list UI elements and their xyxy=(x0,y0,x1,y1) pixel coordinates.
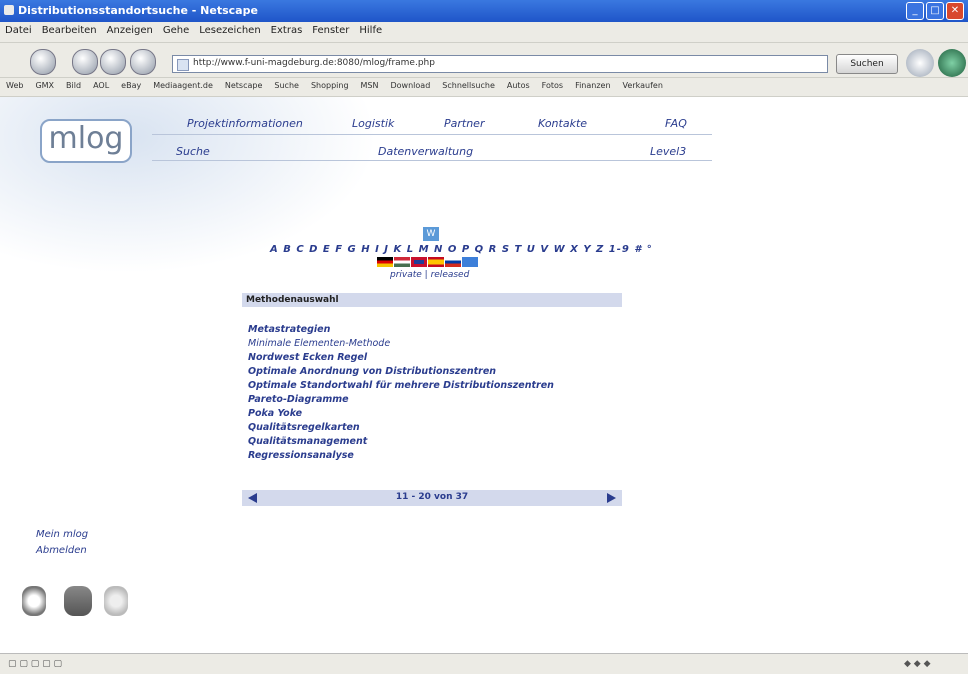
forward-icon[interactable] xyxy=(72,49,98,75)
bookmark-item[interactable]: eBay xyxy=(115,78,147,90)
menu-bar: Datei Bearbeiten Anzeigen Gehe Lesezeichen Ex… xyxy=(0,22,968,43)
nav-link-level3[interactable]: Level3 xyxy=(650,145,686,158)
bookmark-item[interactable]: Download xyxy=(385,78,437,90)
w-button[interactable]: W xyxy=(423,227,439,241)
method-item[interactable]: Qualitätsmanagement xyxy=(248,435,554,449)
bookmark-item[interactable]: Schnellsuche xyxy=(436,78,501,90)
bookmark-item[interactable]: Finanzen xyxy=(569,78,616,90)
method-item[interactable]: Nordwest Ecken Regel xyxy=(248,351,554,365)
browser-app-icon xyxy=(4,5,14,15)
address-bar-url: http://www.f-uni-magdeburg.de:8080/mlog/… xyxy=(193,58,435,68)
method-item[interactable]: Regressionsanalyse xyxy=(248,449,554,463)
contact-person-icon[interactable] xyxy=(22,586,46,616)
menu-item-bookmarks[interactable]: Lesezeichen xyxy=(194,22,265,36)
nav-link-kontakte[interactable]: Kontakte xyxy=(538,117,587,130)
mein-mlog-link[interactable]: Mein mlog xyxy=(36,529,88,540)
netscape-logo-icon[interactable] xyxy=(938,49,966,77)
nav-link-projektinformationen[interactable]: Projektinformationen xyxy=(187,117,303,130)
bookmarks-bar: Web GMX Bild AOL eBay Mediaagent.de Netscape Su… xyxy=(0,78,968,97)
method-item[interactable]: Pareto-Diagramme xyxy=(248,393,554,407)
method-item[interactable]: Metastrategien xyxy=(248,323,554,337)
german-flag-icon[interactable] xyxy=(377,257,393,267)
nav-link-datenverwaltung[interactable]: Datenverwaltung xyxy=(378,145,473,158)
bookmark-item[interactable]: Suche xyxy=(268,78,305,90)
mlog-logo[interactable]: mlog xyxy=(40,119,132,163)
menu-item-edit[interactable]: Bearbeiten xyxy=(37,22,102,36)
logout-link[interactable]: Abmelden xyxy=(36,545,87,556)
navigation-toolbar: http://www.f-uni-magdeburg.de:8080/mlog/… xyxy=(0,43,968,78)
hungarian-flag-icon[interactable] xyxy=(394,257,410,267)
russian-flag-icon[interactable] xyxy=(445,257,461,267)
private-released-links[interactable]: private | released xyxy=(390,270,469,280)
status-icons: ▢ ▢ ▢ ▢ ▢ xyxy=(8,659,62,669)
bookmark-item[interactable]: Autos xyxy=(501,78,536,90)
method-item[interactable]: Poka Yoke xyxy=(248,407,554,421)
bookmark-item[interactable]: GMX xyxy=(29,78,60,90)
uk-flag-icon[interactable] xyxy=(411,257,427,267)
menu-item-window[interactable]: Fenster xyxy=(307,22,354,36)
next-page-icon[interactable] xyxy=(607,493,616,503)
close-icon[interactable]: ✕ xyxy=(946,2,964,20)
bookmark-item[interactable]: AOL xyxy=(87,78,115,90)
eu-flag-icon[interactable] xyxy=(462,257,478,267)
bookmark-item[interactable]: Shopping xyxy=(305,78,355,90)
language-flags xyxy=(377,257,479,267)
maximize-icon[interactable]: □ xyxy=(926,2,944,20)
minimize-icon[interactable]: _ xyxy=(906,2,924,20)
alphabet-index[interactable]: A B C D E F G H I J K L M N O P Q R S T … xyxy=(270,244,653,255)
window-titlebar: Distributionsstandortsuche - Netscape _ … xyxy=(0,0,968,22)
print-page-icon[interactable] xyxy=(64,586,92,616)
menu-item-file[interactable]: Datei xyxy=(0,22,37,36)
nav-link-suche[interactable]: Suche xyxy=(176,145,210,158)
back-icon[interactable] xyxy=(30,49,56,75)
method-item[interactable]: Optimale Anordnung von Distributionszent… xyxy=(248,365,554,379)
bookmark-item[interactable]: Web xyxy=(0,78,29,90)
address-bar[interactable]: http://www.f-uni-magdeburg.de:8080/mlog/… xyxy=(172,55,828,73)
security-status-icon: ◆ ◆ ◆ xyxy=(904,659,931,669)
method-item[interactable]: Minimale Elementen-Methode xyxy=(248,337,554,351)
stop-icon[interactable] xyxy=(130,49,156,75)
bookmark-item[interactable]: Verkaufen xyxy=(617,78,669,90)
spanish-flag-icon[interactable] xyxy=(428,257,444,267)
nav-link-faq[interactable]: FAQ xyxy=(665,117,687,130)
nav-divider xyxy=(152,160,712,161)
window-title: Distributionsstandortsuche - Netscape xyxy=(18,4,258,17)
section-title: Methodenauswahl xyxy=(242,293,622,307)
menu-item-go[interactable]: Gehe xyxy=(158,22,194,36)
nav-divider xyxy=(152,134,712,135)
reload-icon[interactable] xyxy=(100,49,126,75)
search-button[interactable]: Suchen xyxy=(836,54,898,74)
microphone-icon[interactable] xyxy=(104,586,128,616)
bookmark-item[interactable]: Netscape xyxy=(219,78,269,90)
bookmark-item[interactable]: Fotos xyxy=(536,78,569,90)
menu-item-tools[interactable]: Extras xyxy=(266,22,308,36)
bookmark-item[interactable]: Mediaagent.de xyxy=(147,78,219,90)
method-item[interactable]: Optimale Standortwahl für mehrere Distri… xyxy=(248,379,554,393)
page-icon xyxy=(177,59,189,71)
print-icon[interactable] xyxy=(906,49,934,77)
status-bar: ▢ ▢ ▢ ▢ ▢ ◆ ◆ ◆ xyxy=(0,653,968,674)
pagination-text: 11 - 20 von 37 xyxy=(395,492,469,502)
method-item[interactable]: Qualitätsregelkarten xyxy=(248,421,554,435)
pagination-bar: 11 - 20 von 37 xyxy=(242,490,622,506)
method-list: Metastrategien Minimale Elementen-Method… xyxy=(248,323,554,463)
page-content: mlog Projektinformationen Logistik Partn… xyxy=(0,97,968,653)
nav-link-logistik[interactable]: Logistik xyxy=(352,117,394,130)
bookmark-item[interactable]: Bild xyxy=(60,78,87,90)
menu-item-help[interactable]: Hilfe xyxy=(354,22,387,36)
bookmark-item[interactable]: MSN xyxy=(355,78,385,90)
nav-link-partner[interactable]: Partner xyxy=(444,117,484,130)
menu-item-view[interactable]: Anzeigen xyxy=(102,22,158,36)
